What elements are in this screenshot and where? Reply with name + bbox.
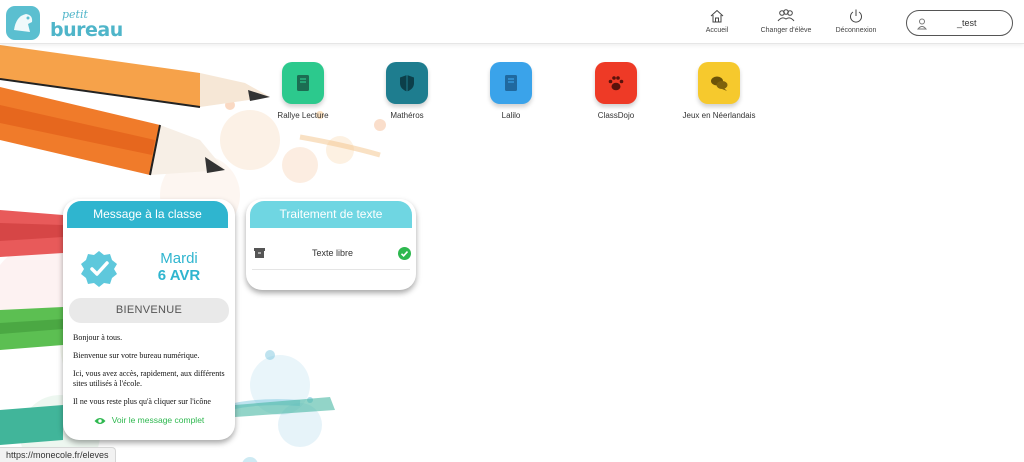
message-paragraph: Bonjour à tous. xyxy=(73,333,123,342)
shield-icon xyxy=(400,75,414,92)
app-tile xyxy=(595,62,637,104)
top-bar: petit bureau Accueil Changer d'élève Déc… xyxy=(0,0,1024,44)
nav-home[interactable]: Accueil xyxy=(700,8,734,34)
message-date: 6 AVR xyxy=(157,267,201,284)
app-label: Mathéros xyxy=(390,111,424,120)
user-icon xyxy=(917,18,927,30)
text-processing-card: Traitement de texte Texte libre xyxy=(246,199,416,290)
app-tile xyxy=(698,62,740,104)
class-message-title: Message à la classe xyxy=(67,201,228,228)
text-item-row[interactable]: Texte libre xyxy=(252,243,412,267)
app-lalilo[interactable]: Lalilo xyxy=(466,62,556,120)
nav-logout-label: Déconnexion xyxy=(835,27,877,34)
users-icon xyxy=(777,9,795,22)
class-message-card: Message à la classe Mardi 6 AVR BIENVENU… xyxy=(63,199,235,440)
power-icon xyxy=(850,9,862,23)
eye-icon xyxy=(94,418,106,424)
text-processing-title: Traitement de texte xyxy=(250,201,412,228)
app-label: Lalilo xyxy=(501,111,521,120)
app-label: Rallye Lecture xyxy=(277,111,329,120)
petit-bureau-logo[interactable]: petit bureau xyxy=(6,6,123,42)
message-paragraph: Il ne vous reste plus qu'à cliquer sur l… xyxy=(73,397,211,406)
text-item-label: Texte libre xyxy=(312,248,354,258)
nav-logout[interactable]: Déconnexion xyxy=(830,8,882,34)
app-jeux-neerlandais[interactable]: Jeux en Néerlandais xyxy=(674,62,764,120)
book-icon xyxy=(505,75,517,91)
check-circle-icon xyxy=(398,247,411,260)
archive-box-icon xyxy=(254,248,265,258)
message-day: Mardi xyxy=(160,250,198,267)
verified-badge-icon xyxy=(81,251,117,287)
paw-icon xyxy=(608,76,624,91)
message-paragraph: Ici, vous avez accès, rapidement, aux di… xyxy=(73,369,225,388)
app-label: Jeux en Néerlandais xyxy=(682,111,756,120)
nav-change-student[interactable]: Changer d'élève xyxy=(756,8,816,34)
app-matheros[interactable]: Mathéros xyxy=(362,62,452,120)
see-full-message-link[interactable]: Voir le message complet xyxy=(67,415,231,425)
nav-home-label: Accueil xyxy=(705,27,729,34)
logo-mark-icon xyxy=(6,6,40,40)
logo-text-big: bureau xyxy=(50,19,123,41)
app-tile xyxy=(386,62,428,104)
message-heading: BIENVENUE xyxy=(69,298,229,323)
divider xyxy=(252,269,410,270)
app-classdojo[interactable]: ClassDojo xyxy=(571,62,661,120)
app-label: ClassDojo xyxy=(597,111,635,120)
message-body: Bonjour à tous. Bienvenue sur votre bure… xyxy=(73,333,225,409)
user-account-button[interactable]: _test xyxy=(906,10,1013,36)
nav-change-student-label: Changer d'élève xyxy=(760,27,812,34)
status-url-bar: https://monecole.fr/eleves xyxy=(0,447,116,462)
message-paragraph: Bienvenue sur votre bureau numérique. xyxy=(73,351,200,360)
app-tile xyxy=(490,62,532,104)
home-icon xyxy=(710,9,724,23)
chat-icon xyxy=(711,76,728,91)
app-tile xyxy=(282,62,324,104)
see-full-message-label: Voir le message complet xyxy=(111,415,205,425)
app-rallye-lecture[interactable]: Rallye Lecture xyxy=(258,62,348,120)
user-name: _test xyxy=(957,18,977,28)
book-icon xyxy=(297,75,309,91)
